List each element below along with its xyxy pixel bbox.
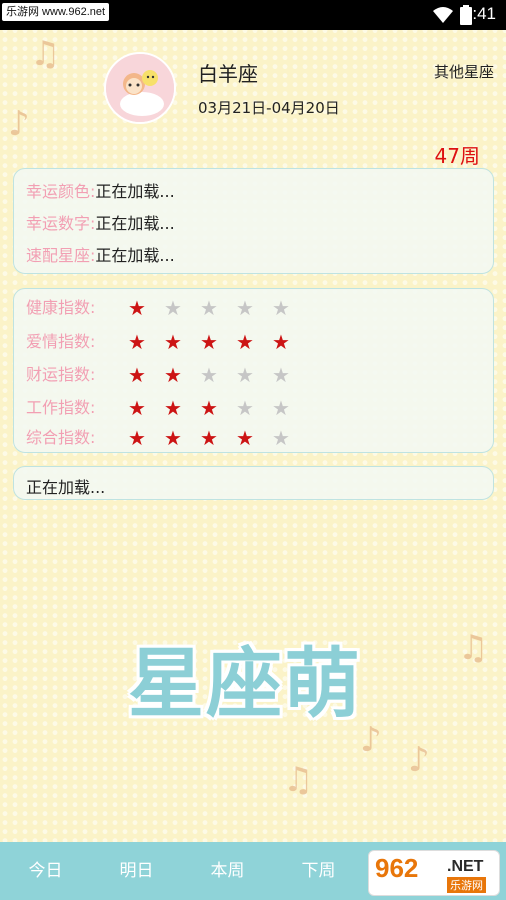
fortune-index-label: 爱情指数: xyxy=(26,332,96,351)
music-note-decoration: ♫ xyxy=(458,628,489,668)
fortune-indices-card: 健康指数: ★ ★ ★ ★ ★ 爱情指数: ★ ★ ★ ★ ★ 财运指数: ★ ★ ★ ★ ★ 工作指数: ★ ★ ★ ★ ★… xyxy=(13,288,494,453)
summary-card: 正在加载... xyxy=(13,466,494,500)
sign-name: 白羊座 xyxy=(198,62,258,86)
lucky-number-label: 幸运数字: xyxy=(26,214,96,233)
music-note-decoration: ♫ xyxy=(283,760,314,800)
star-icon: ★ xyxy=(128,363,146,387)
logo-suffix: .NET xyxy=(447,858,484,875)
zodiac-avatar xyxy=(104,52,176,124)
lucky-number-row: 幸运数字:正在加载... xyxy=(26,210,175,234)
fortune-index-label: 工作指数: xyxy=(26,398,96,417)
star-rating: ★ ★ ★ ★ ★ xyxy=(119,397,299,419)
watermark-text: 乐游网 www.962.net xyxy=(2,3,110,21)
music-note-decoration: ♫ xyxy=(30,34,61,74)
lucky-color-label: 幸运颜色: xyxy=(26,182,96,201)
music-note-decoration: ♪ xyxy=(408,740,430,780)
lucky-number-value: 正在加载... xyxy=(95,214,175,233)
tab-next-week[interactable]: 下周 xyxy=(273,842,364,900)
star-rating: ★ ★ ★ ★ ★ xyxy=(119,297,299,319)
star-icon: ★ xyxy=(200,426,218,450)
star-icon: ★ xyxy=(236,426,254,450)
star-icon: ★ xyxy=(200,330,218,354)
star-icon: ★ xyxy=(200,363,218,387)
tab-this-week[interactable]: 本周 xyxy=(182,842,273,900)
watermark-logo: 962 .NET 乐游网 xyxy=(368,850,500,896)
star-icon: ★ xyxy=(164,396,182,420)
star-icon: ★ xyxy=(128,396,146,420)
star-icon: ★ xyxy=(200,296,218,320)
star-icon: ★ xyxy=(236,396,254,420)
lucky-info-card: 幸运颜色:正在加载... 幸运数字:正在加载... 速配星座:正在加载... xyxy=(13,168,494,274)
star-icon: ★ xyxy=(128,296,146,320)
star-rating: ★ ★ ★ ★ ★ xyxy=(119,364,299,386)
star-icon: ★ xyxy=(164,363,182,387)
lucky-color-row: 幸运颜色:正在加载... xyxy=(26,178,175,202)
star-icon: ★ xyxy=(272,426,290,450)
other-signs-button[interactable]: 其他星座 xyxy=(434,61,494,82)
fortune-index-row: 健康指数: xyxy=(26,294,95,318)
logo-name: 乐游网 xyxy=(447,877,486,893)
music-note-decoration: ♪ xyxy=(360,720,382,760)
app-brand-title: 星座萌 xyxy=(128,639,362,728)
star-icon: ★ xyxy=(272,363,290,387)
status-bar: 乐游网 www.962.net 4:41 xyxy=(0,0,506,30)
star-icon: ★ xyxy=(164,330,182,354)
fortune-index-row: 工作指数: xyxy=(26,394,95,418)
week-number: 47周 xyxy=(434,144,480,168)
tab-today[interactable]: 今日 xyxy=(0,842,91,900)
wifi-icon xyxy=(433,7,453,23)
star-rating: ★ ★ ★ ★ ★ xyxy=(119,427,299,449)
fortune-index-label: 综合指数: xyxy=(26,428,96,447)
star-icon: ★ xyxy=(236,363,254,387)
star-icon: ★ xyxy=(272,296,290,320)
avatar-image xyxy=(106,54,174,122)
star-icon: ★ xyxy=(128,330,146,354)
fortune-index-row: 综合指数: xyxy=(26,424,95,448)
match-sign-label: 速配星座: xyxy=(26,246,96,265)
lucky-color-value: 正在加载... xyxy=(95,182,175,201)
fortune-index-label: 健康指数: xyxy=(26,298,96,317)
star-icon: ★ xyxy=(236,296,254,320)
music-note-decoration: ♪ xyxy=(8,104,30,144)
star-icon: ★ xyxy=(164,296,182,320)
logo-number: 962 xyxy=(375,853,419,883)
status-time: 4:41 xyxy=(462,4,496,23)
star-icon: ★ xyxy=(164,426,182,450)
star-icon: ★ xyxy=(200,396,218,420)
star-icon: ★ xyxy=(236,330,254,354)
summary-text: 正在加载... xyxy=(26,478,106,497)
star-icon: ★ xyxy=(272,396,290,420)
star-rating: ★ ★ ★ ★ ★ xyxy=(119,331,299,353)
match-sign-value: 正在加载... xyxy=(95,246,175,265)
star-icon: ★ xyxy=(272,330,290,354)
tab-tomorrow[interactable]: 明日 xyxy=(91,842,182,900)
fortune-index-label: 财运指数: xyxy=(26,365,96,384)
match-sign-row: 速配星座:正在加载... xyxy=(26,242,175,266)
sign-date-range: 03月21日-04月20日 xyxy=(198,99,340,117)
fortune-index-row: 爱情指数: xyxy=(26,328,95,352)
fortune-index-row: 财运指数: xyxy=(26,361,95,385)
star-icon: ★ xyxy=(128,426,146,450)
